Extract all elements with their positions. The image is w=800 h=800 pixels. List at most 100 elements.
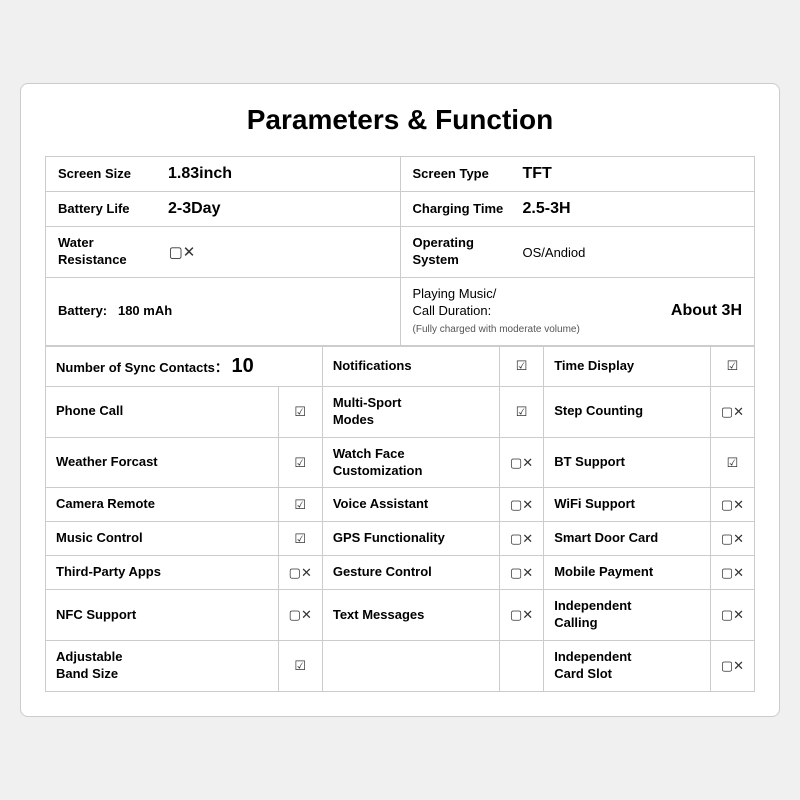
battery-life-label: Battery Life xyxy=(58,201,158,218)
screen-size-value: 1.83inch xyxy=(168,165,232,183)
features-table: Number of Sync Contacts： 10 Notification… xyxy=(45,346,755,692)
weather-icon: ☑ xyxy=(278,437,322,488)
wifi-support-label: WiFi Support xyxy=(554,496,635,511)
os-value: OS/Andiod xyxy=(523,245,586,260)
screen-size-label: Screen Size xyxy=(58,166,158,183)
adjustable-band-icon: ☑ xyxy=(278,640,322,691)
bt-support-icon: ☑ xyxy=(710,437,754,488)
voice-assistant-label: Voice Assistant xyxy=(333,496,428,511)
time-display-icon: ☑ xyxy=(710,346,754,386)
page-title: Parameters & Function xyxy=(45,104,755,136)
music-control-cell: Music Control xyxy=(46,522,279,556)
sync-row: Number of Sync Contacts： 10 Notification… xyxy=(46,346,755,386)
watchface-cell: Watch FaceCustomization xyxy=(322,437,499,488)
nfc-icon: ▢✕ xyxy=(278,590,322,641)
sync-value: 10 xyxy=(232,355,254,377)
independent-card-slot-label: IndependentCard Slot xyxy=(554,649,631,681)
charging-time-label: Charging Time xyxy=(413,201,513,218)
battery-life-value: 2-3Day xyxy=(168,200,220,218)
notifications-label: Notifications xyxy=(333,358,412,373)
mobile-payment-icon: ▢✕ xyxy=(710,556,754,590)
feature-row-2: Phone Call ☑ Multi-SportModes ☑ Step Cou… xyxy=(46,386,755,437)
nfc-label: NFC Support xyxy=(56,607,136,622)
main-card: Parameters & Function Screen Size 1.83in… xyxy=(20,83,780,716)
time-display-label: Time Display xyxy=(554,358,634,373)
music-duration-value: About 3H xyxy=(671,302,742,320)
voice-assistant-icon: ▢✕ xyxy=(500,488,544,522)
gps-label: GPS Functionality xyxy=(333,530,445,545)
bt-support-cell: BT Support xyxy=(544,437,711,488)
independent-calling-cell: IndependentCalling xyxy=(544,590,711,641)
independent-calling-label: IndependentCalling xyxy=(554,598,631,630)
feature-row-7: NFC Support ▢✕ Text Messages ▢✕ Independ… xyxy=(46,590,755,641)
water-resistance-label: WaterResistance xyxy=(58,235,158,269)
notifications-icon: ☑ xyxy=(500,346,544,386)
nfc-cell: NFC Support xyxy=(46,590,279,641)
music-duration-label: Playing Music/Call Duration:(Fully charg… xyxy=(413,286,580,337)
gps-icon: ▢✕ xyxy=(500,522,544,556)
multisport-cell: Multi-SportModes xyxy=(322,386,499,437)
text-messages-icon: ▢✕ xyxy=(500,590,544,641)
watchface-label: Watch FaceCustomization xyxy=(333,446,423,478)
water-resistance-icon: ▢✕ xyxy=(168,243,196,261)
gesture-label: Gesture Control xyxy=(333,564,432,579)
smart-door-label: Smart Door Card xyxy=(554,530,658,545)
specs-grid: Screen Size 1.83inch Screen Type TFT Bat… xyxy=(45,156,755,345)
phone-call-cell: Phone Call xyxy=(46,386,279,437)
phone-call-label: Phone Call xyxy=(56,403,123,418)
independent-card-slot-cell: IndependentCard Slot xyxy=(544,640,711,691)
step-counting-icon: ▢✕ xyxy=(710,386,754,437)
step-counting-label: Step Counting xyxy=(554,403,643,418)
multisport-icon: ☑ xyxy=(500,386,544,437)
battery-mah-label: Battery: 180 mAh xyxy=(58,303,172,320)
gps-cell: GPS Functionality xyxy=(322,522,499,556)
camera-remote-label: Camera Remote xyxy=(56,496,155,511)
multisport-label: Multi-SportModes xyxy=(333,395,402,427)
adjustable-band-label: AdjustableBand Size xyxy=(56,649,122,681)
third-party-label: Third-Party Apps xyxy=(56,564,161,579)
wifi-support-cell: WiFi Support xyxy=(544,488,711,522)
music-control-label: Music Control xyxy=(56,530,143,545)
voice-assistant-cell: Voice Assistant xyxy=(322,488,499,522)
os-cell: OperatingSystem OS/Andiod xyxy=(401,227,756,278)
independent-calling-icon: ▢✕ xyxy=(710,590,754,641)
weather-cell: Weather Forcast xyxy=(46,437,279,488)
feature-row-8: AdjustableBand Size ☑ IndependentCard Sl… xyxy=(46,640,755,691)
mobile-payment-cell: Mobile Payment xyxy=(544,556,711,590)
weather-label: Weather Forcast xyxy=(56,454,158,469)
gesture-cell: Gesture Control xyxy=(322,556,499,590)
screen-type-value: TFT xyxy=(523,165,552,183)
time-display-cell: Time Display xyxy=(544,346,711,386)
wifi-support-icon: ▢✕ xyxy=(710,488,754,522)
screen-type-cell: Screen Type TFT xyxy=(401,157,756,192)
watchface-icon: ▢✕ xyxy=(500,437,544,488)
text-messages-cell: Text Messages xyxy=(322,590,499,641)
feature-row-6: Third-Party Apps ▢✕ Gesture Control ▢✕ M… xyxy=(46,556,755,590)
independent-card-slot-icon: ▢✕ xyxy=(710,640,754,691)
notifications-cell: Notifications xyxy=(322,346,499,386)
water-resistance-cell: WaterResistance ▢✕ xyxy=(46,227,401,278)
music-duration-cell: Playing Music/Call Duration:(Fully charg… xyxy=(401,278,756,346)
smart-door-icon: ▢✕ xyxy=(710,522,754,556)
camera-remote-icon: ☑ xyxy=(278,488,322,522)
battery-mah-cell: Battery: 180 mAh xyxy=(46,278,401,346)
screen-type-label: Screen Type xyxy=(413,166,513,183)
mobile-payment-label: Mobile Payment xyxy=(554,564,653,579)
charging-time-cell: Charging Time 2.5-3H xyxy=(401,192,756,227)
feature-row-4: Camera Remote ☑ Voice Assistant ▢✕ WiFi … xyxy=(46,488,755,522)
sync-label: Number of Sync Contacts： xyxy=(56,360,228,375)
feature-row-5: Music Control ☑ GPS Functionality ▢✕ Sma… xyxy=(46,522,755,556)
music-control-icon: ☑ xyxy=(278,522,322,556)
gesture-icon: ▢✕ xyxy=(500,556,544,590)
step-counting-cell: Step Counting xyxy=(544,386,711,437)
camera-remote-cell: Camera Remote xyxy=(46,488,279,522)
empty-cell-1 xyxy=(322,640,499,691)
os-label: OperatingSystem xyxy=(413,235,513,269)
charging-time-value: 2.5-3H xyxy=(523,200,571,218)
sync-label-cell: Number of Sync Contacts： 10 xyxy=(46,346,323,386)
smart-door-cell: Smart Door Card xyxy=(544,522,711,556)
battery-life-cell: Battery Life 2-3Day xyxy=(46,192,401,227)
third-party-icon: ▢✕ xyxy=(278,556,322,590)
screen-size-cell: Screen Size 1.83inch xyxy=(46,157,401,192)
text-messages-label: Text Messages xyxy=(333,607,425,622)
